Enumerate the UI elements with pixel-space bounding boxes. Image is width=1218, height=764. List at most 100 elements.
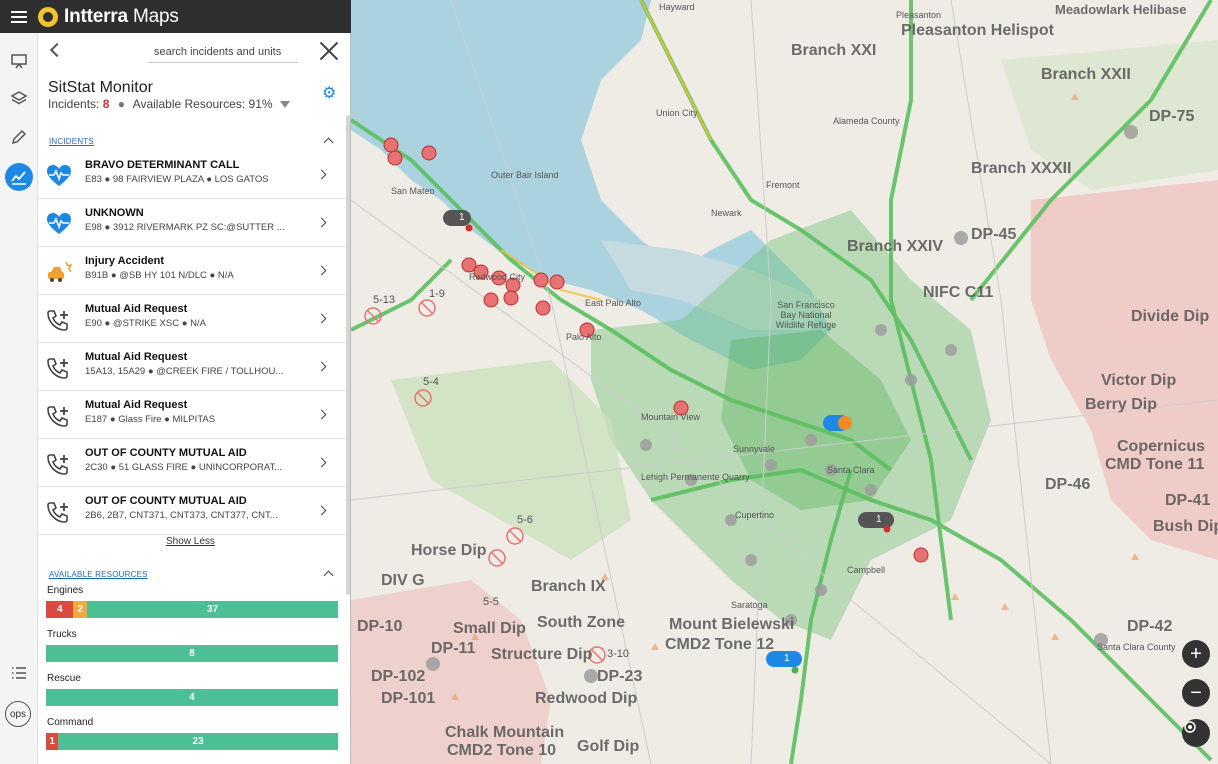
heart-pulse-icon xyxy=(46,163,72,189)
menu-icon[interactable] xyxy=(0,0,38,33)
chevron-right-icon[interactable] xyxy=(316,409,327,420)
chevron-right-icon[interactable] xyxy=(316,313,327,324)
incident-row[interactable]: BRAVO DETERMINANT CALL E83 ● 98 FAIRVIEW … xyxy=(38,151,347,199)
close-icon[interactable] xyxy=(319,41,339,61)
panel-scrollbar[interactable] xyxy=(346,115,350,595)
incident-name: Injury Accident xyxy=(85,255,165,267)
incident-list: BRAVO DETERMINANT CALL E83 ● 98 FAIRVIEW … xyxy=(38,151,347,535)
zoom-in-button[interactable]: + xyxy=(1182,640,1210,668)
map-label: DP-41 xyxy=(1165,492,1211,509)
map-label: Meadowlark Helibase xyxy=(1055,2,1187,17)
map-label: DP-75 xyxy=(1149,108,1195,125)
map-label: 5-13 xyxy=(373,294,396,306)
pencil-icon[interactable] xyxy=(5,123,33,151)
resource-bar[interactable]: 1 23 xyxy=(46,733,338,750)
chevron-right-icon[interactable] xyxy=(316,361,327,372)
map-label: Divide Dip xyxy=(1131,308,1210,325)
incident-detail: B91B ● @SB HY 101 N/DLC ● N/A xyxy=(85,270,234,281)
incident-name: Mutual Aid Request xyxy=(85,399,188,411)
map-label: NIFC C11 xyxy=(923,284,994,301)
map-label: Redwood City xyxy=(469,272,526,282)
incident-cluster-marker[interactable]: 1 xyxy=(876,514,882,525)
map-label: 1-9 xyxy=(429,288,445,300)
intterra-logo-icon xyxy=(38,6,58,27)
map-label: DP-102 xyxy=(371,668,426,685)
zoom-out-button[interactable]: − xyxy=(1182,679,1210,707)
chevron-right-icon[interactable] xyxy=(316,265,327,276)
presentation-icon[interactable] xyxy=(5,47,33,75)
map-label: Santa Clara xyxy=(827,465,875,475)
collapse-chevron-icon[interactable] xyxy=(323,137,334,148)
map-label: 5-4 xyxy=(423,376,439,388)
map-canvas[interactable]: Hayward Pleasanton Pleasanton Helispot M… xyxy=(351,0,1218,764)
gear-icon[interactable]: ⚙ xyxy=(322,83,336,103)
map-label: DP-45 xyxy=(971,226,1017,243)
incidents-section-heading[interactable]: INCIDENTS xyxy=(49,137,94,146)
incident-row[interactable]: Mutual Aid Request E187 ● Glass Fire ● MI… xyxy=(38,391,347,439)
resources-section-heading[interactable]: AVAILABLE RESOURCES xyxy=(49,570,148,579)
map-label: Lehigh Permanente Quarry xyxy=(641,472,750,482)
search-input[interactable] xyxy=(148,41,298,63)
map-label: Campbell xyxy=(847,565,886,575)
chevron-right-icon[interactable] xyxy=(316,217,327,228)
resource-bar[interactable]: 8 xyxy=(46,645,338,662)
chevron-right-icon[interactable] xyxy=(316,169,327,180)
incidents-label: Incidents: xyxy=(48,97,100,111)
filter-icon[interactable] xyxy=(279,101,290,109)
map-label: Branch XXIV xyxy=(847,238,944,255)
map-label: CMD2 Tone 12 xyxy=(665,636,775,653)
list-icon[interactable] xyxy=(5,659,33,687)
resource-bar[interactable]: 4 xyxy=(46,689,338,706)
incidents-count: 8 xyxy=(102,97,110,111)
map-label: Golf Dip xyxy=(577,738,640,755)
map-label: Mountain View xyxy=(641,412,700,422)
incident-name: OUT OF COUNTY MUTUAL AID xyxy=(85,495,247,507)
analytics-icon[interactable] xyxy=(5,163,33,191)
incident-detail: 2C30 ● 51 GLASS FIRE ● UNINCORPORAT... xyxy=(85,462,283,473)
app-header: Intterra Maps xyxy=(0,0,351,33)
map-label: San Francisco Bay National Wildlife Refu… xyxy=(775,300,837,330)
incident-row[interactable]: UNKNOWN E98 ● 3912 RIVERMARK PZ SC:@SUTTE… xyxy=(38,199,347,247)
back-arrow-icon[interactable] xyxy=(49,42,65,58)
map-label: 5-5 xyxy=(483,596,499,608)
phone-plus-icon xyxy=(46,355,72,381)
layers-icon[interactable] xyxy=(5,85,33,113)
resources-percent: 91% xyxy=(248,97,273,111)
map-label: San Mateo xyxy=(391,186,435,196)
locate-button[interactable] xyxy=(1182,719,1210,747)
map-label: CMD Tone 11 xyxy=(1105,456,1205,473)
chevron-right-icon[interactable] xyxy=(316,457,327,468)
incident-row[interactable]: OUT OF COUNTY MUTUAL AID 2C30 ● 51 GLASS … xyxy=(38,439,347,487)
collapse-chevron-icon[interactable] xyxy=(323,570,334,581)
incident-name: Mutual Aid Request xyxy=(85,303,188,315)
map-label: DP-10 xyxy=(357,618,403,635)
map-label: Small Dip xyxy=(453,620,526,637)
resource-bar[interactable]: 4 2 37 xyxy=(46,601,338,618)
app-title: Intterra Maps xyxy=(64,5,179,27)
resource-bar-segment: 23 xyxy=(58,733,338,750)
map-label: Palo Alto xyxy=(566,332,602,342)
incident-cluster-marker[interactable]: 1 xyxy=(784,653,790,664)
map-label: 5-6 xyxy=(517,514,533,526)
map-label: Redwood Dip xyxy=(535,690,638,707)
incident-row[interactable]: OUT OF COUNTY MUTUAL AID 2B6, 2B7, CNT371… xyxy=(38,487,347,535)
incident-row[interactable]: Mutual Aid Request 15A13, 15A29 ● @CREEK … xyxy=(38,343,347,391)
incident-row[interactable]: Mutual Aid Request E90 ● @STRIKE XSC ● N/… xyxy=(38,295,347,343)
chevron-right-icon[interactable] xyxy=(316,505,327,516)
incident-detail: 2B6, 2B7, CNT371, CNT373, CNT377, CNT... xyxy=(85,510,278,521)
incident-row[interactable]: Injury Accident B91B ● @SB HY 101 N/DLC ●… xyxy=(38,247,347,295)
resource-bar-segment: 37 xyxy=(87,601,338,618)
incident-cluster-marker[interactable]: 1 xyxy=(459,212,465,223)
phone-plus-icon xyxy=(46,403,72,429)
map-label: Saratoga xyxy=(731,600,768,610)
map-label: Bush Dip xyxy=(1153,518,1218,535)
show-less-link[interactable]: Show Less xyxy=(166,536,215,547)
resource-label: Engines xyxy=(47,585,84,596)
resource-bar-segment: 4 xyxy=(46,689,338,706)
panel-title: SitStat Monitor xyxy=(48,79,153,96)
ops-button[interactable]: ops xyxy=(5,701,31,727)
incident-detail: 15A13, 15A29 ● @CREEK FIRE / TOLLHOU... xyxy=(85,366,284,377)
incident-name: Mutual Aid Request xyxy=(85,351,188,363)
map-label: DIV G xyxy=(381,572,425,589)
crosshair-icon xyxy=(1184,721,1196,733)
